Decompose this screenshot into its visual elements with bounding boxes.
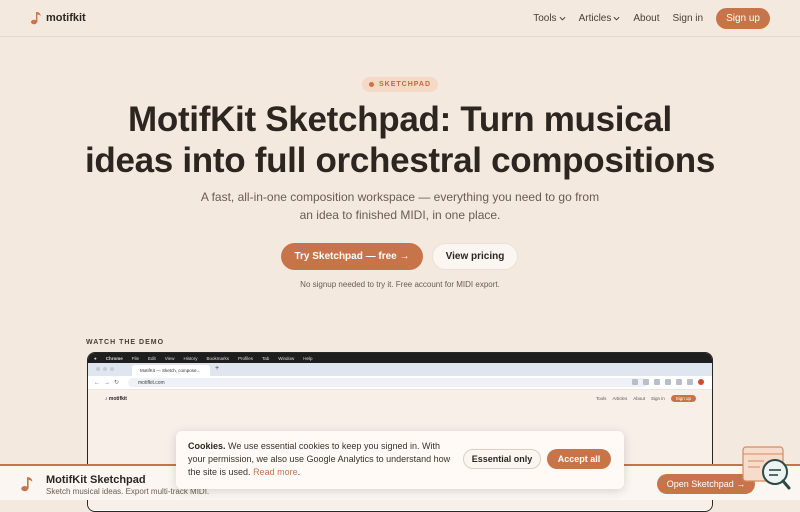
demo-nav-item: Tools [595,396,607,401]
nav-about[interactable]: About [633,13,659,24]
menubar-item: Profiles [237,355,253,361]
essential-only-button[interactable]: Essential only [463,449,541,469]
subtitle-line-1: A fast, all-in-one composition workspace… [200,190,600,204]
demo-nav: Tools Articles About Sign in Sign up [596,395,696,402]
bottom-bar-title: MotifKit Sketchpad [46,474,146,486]
browser-tab: MotifKit — Sketch, compose... [132,365,210,376]
title-line-2: ideas into full orchestral compositions [84,141,716,180]
menubar-item: View [164,355,175,361]
new-tab-icon: + [215,365,220,372]
nav-sign-in[interactable]: Sign in [673,13,704,24]
music-note-icon [31,12,41,25]
menubar-item: Tab [262,355,270,361]
chat-widget-icon[interactable] [742,446,792,492]
cookie-heading: Cookies. [188,441,226,451]
cookie-body: We use essential cookies to keep you sig… [188,441,451,477]
brand-name: motifkit [46,12,86,24]
browser-nav-icons: ←→↻ [94,380,124,386]
demo-brand-name: motifkit [108,396,127,402]
demo-nav-item: Sign in [650,396,665,401]
top-navbar: motifkit Tools Articles About Sign in Si… [0,0,800,37]
chevron-down-icon [559,16,566,21]
page-title: MotifKit Sketchpad: Turn musical ideas i… [0,99,800,181]
browser-url-bar: ←→↻ motifkit.com [88,376,712,390]
accept-all-button[interactable]: Accept all [547,449,611,469]
subtitle-line-2: an idea to finished MIDI, in one place. [299,208,501,222]
extension-icons [632,379,704,385]
badge-dot-icon [368,82,374,87]
signup-note: No signup needed to try it. Free account… [300,280,500,289]
menubar-item: Help [303,355,313,361]
music-note-icon [21,477,33,492]
sign-up-button[interactable]: Sign up [716,8,770,29]
window-controls [96,367,114,371]
nav-tools[interactable]: Tools [533,13,566,24]
read-more-link[interactable]: Read more [253,467,298,477]
chevron-down-icon [613,16,620,21]
view-pricing-button[interactable]: View pricing [432,243,518,270]
demo-nav-item: Articles [612,396,628,401]
title-line-1: MotifKit Sketchpad: Turn musical [128,100,672,139]
demo-nav-signup: Sign up [670,395,696,402]
cookie-text: Cookies. We use essential cookies to kee… [188,441,451,477]
nav-articles-label: Articles [578,13,612,24]
menubar-item: Edit [148,355,156,361]
main-nav: Tools Articles About Sign in Sign up [533,8,770,29]
demo-brand: ♪ motifkit [105,396,127,402]
demo-section-label: WATCH THE DEMO [86,339,165,346]
cookie-banner: Cookies. We use essential cookies to kee… [176,431,624,489]
menubar-item: Bookmarks [206,355,229,361]
menubar-item: Window [278,355,295,361]
open-sketchpad-button[interactable]: Open Sketchpad → [657,474,755,494]
menubar-item: File [131,355,139,361]
url-field: motifkit.com [128,378,648,387]
apple-icon: ● [94,355,97,361]
mac-menubar: ● Chrome File Edit View History Bookmark… [88,353,712,363]
brand-logo[interactable]: motifkit [30,11,86,25]
menubar-item: History [183,355,198,361]
menubar-item: Chrome [105,355,123,361]
try-sketchpad-button[interactable]: Try Sketchpad — free → [281,243,423,270]
nav-articles[interactable]: Articles [579,13,621,24]
hero-subtitle: A fast, all-in-one composition workspace… [200,188,600,224]
nav-tools-label: Tools [533,13,557,24]
browser-tabs: MotifKit — Sketch, compose... + [88,363,712,376]
badge-label: SKETCHPAD [378,81,432,88]
demo-nav-item: About [633,396,645,401]
section-badge: SKETCHPAD [362,77,438,92]
